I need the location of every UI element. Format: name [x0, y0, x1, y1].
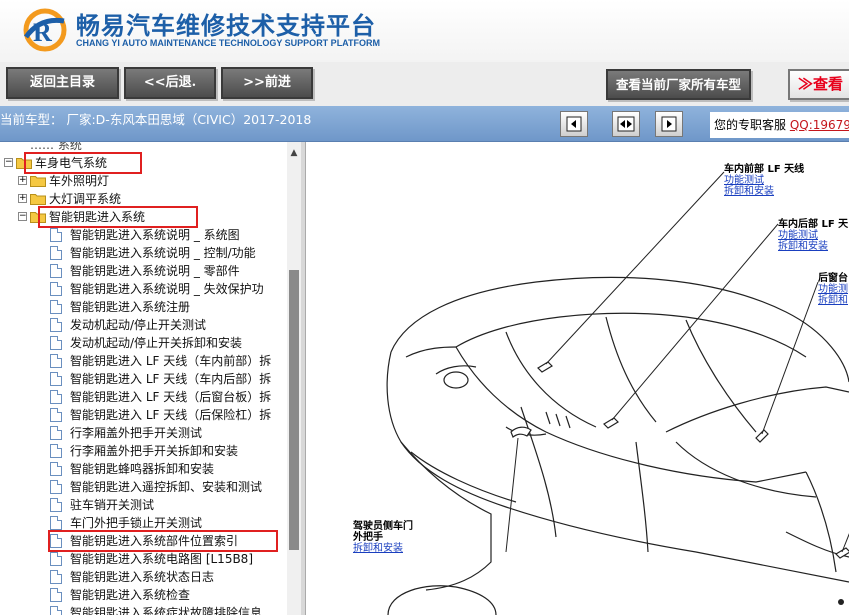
document-icon [50, 480, 62, 494]
support-qq-link[interactable]: QQ:19679 [790, 118, 849, 132]
collapse-toggle-icon[interactable]: − [18, 212, 27, 221]
remove-install-link[interactable]: 拆卸和安装 [778, 241, 848, 252]
all-models-button[interactable]: 查看当前厂家所有车型 [606, 69, 751, 100]
svg-text:R: R [33, 18, 52, 47]
document-icon [50, 354, 62, 368]
info-bar: 当前车型： 厂家:D-东风本田思域（CIVIC）2017-2018 您的专职客服… [0, 106, 849, 142]
document-icon [50, 336, 62, 350]
remove-install-link[interactable]: 拆卸和 [818, 295, 848, 306]
tree-doc-item[interactable]: 智能钥匙进入系统说明 _ 零部件 [70, 262, 240, 280]
document-icon [50, 606, 62, 615]
highlight-box [48, 530, 278, 552]
document-icon [50, 228, 62, 242]
tree-doc-item[interactable]: 智能钥匙进入系统症状故障排除信息 [70, 604, 262, 615]
logo-icon: R [23, 8, 67, 52]
scroll-up-arrow-icon[interactable]: ▲ [287, 148, 301, 160]
function-test-link[interactable]: 功能测试 [724, 175, 804, 186]
tree-doc-item[interactable]: 智能钥匙进入遥控拆卸、安装和测试 [70, 478, 262, 496]
callout-title: 驾驶员侧车门 [353, 521, 413, 532]
document-icon [50, 372, 62, 386]
view-button[interactable]: ≫查看 [788, 69, 849, 100]
category-tree: …… 系统 − 车身电气系统 + 车外照明灯 + 大灯调平系统 − 智能钥匙进入系统 智能钥匙进… [0, 142, 287, 615]
tree-doc-item[interactable]: 行李厢盖外把手开关测试 [70, 424, 202, 442]
tree-doc-item[interactable]: 行李厢盖外把手开关拆卸和安装 [70, 442, 238, 460]
tree-doc-item[interactable]: 智能钥匙进入 LF 天线（后保险杠）拆 [70, 406, 271, 424]
tree-doc-item[interactable]: 发动机起动/停止开关拆卸和安装 [70, 334, 242, 352]
app-title: 畅易汽车维修技术支持平台 [76, 12, 376, 40]
tree-doc-item[interactable]: 驻车销开关测试 [70, 496, 154, 514]
document-icon [50, 516, 62, 530]
scroll-thumb[interactable] [289, 270, 299, 550]
expand-toggle-icon[interactable]: + [18, 194, 27, 203]
document-icon [50, 462, 62, 476]
tree-folder-item[interactable]: 车外照明灯 [49, 172, 109, 190]
toolbar: 返回主目录 <<后退. >>前进 查看当前厂家所有车型 ≫查看 [0, 62, 849, 106]
callout-rear-lf-antenna: 车内后部 LF 天 功能测试 拆卸和安装 [778, 219, 848, 252]
support-text: 您的专职客服 [714, 118, 787, 132]
highlight-box [38, 206, 198, 228]
document-icon [50, 282, 62, 296]
function-test-link[interactable]: 功能测试 [778, 230, 848, 241]
callout-title: 车内后部 LF 天 [778, 219, 849, 230]
document-icon [50, 588, 62, 602]
remove-install-link[interactable]: 拆卸和安装 [724, 186, 804, 197]
component-diagram: 车内前部 LF 天线 功能测试 拆卸和安装 车内后部 LF 天 功能测试 拆卸和… [306, 142, 849, 615]
remove-install-link[interactable]: 拆卸和安装 [353, 543, 413, 554]
collapse-right-icon[interactable] [655, 111, 683, 137]
split-view-icon[interactable] [612, 111, 640, 137]
tree-doc-item[interactable]: 发动机起动/停止开关测试 [70, 316, 206, 334]
callout-driver-door-handle: 驾驶员侧车门 外把手 拆卸和安装 [353, 521, 413, 554]
document-icon [50, 408, 62, 422]
tree-doc-item[interactable]: 智能钥匙进入 LF 天线（车内前部）拆 [70, 352, 271, 370]
document-icon [50, 498, 62, 512]
folder-icon [30, 176, 46, 187]
tree-scrollbar[interactable]: ▲ [287, 142, 301, 615]
app-subtitle: CHANG YI AUTO MAINTENANCE TECHNOLOGY SUP… [76, 38, 381, 48]
tree-doc-item[interactable]: 智能钥匙进入系统注册 [70, 298, 190, 316]
folder-icon [30, 194, 46, 205]
document-icon [50, 570, 62, 584]
tree-doc-item[interactable]: 智能钥匙进入系统说明 _ 系统图 [70, 226, 240, 244]
highlight-box [24, 152, 142, 174]
tree-doc-item[interactable]: 智能钥匙进入系统说明 _ 控制/功能 [70, 244, 256, 262]
document-icon [50, 426, 62, 440]
callout-rear-shelf-antenna: 后窗台 功能测 拆卸和 [818, 273, 848, 306]
support-box: 您的专职客服 QQ:19679 [710, 112, 849, 138]
forward-button[interactable]: >>前进 [221, 67, 313, 99]
function-test-link[interactable]: 功能测 [818, 284, 848, 295]
document-icon [50, 300, 62, 314]
document-icon [50, 444, 62, 458]
collapse-toggle-icon[interactable]: − [4, 158, 13, 167]
document-icon [50, 264, 62, 278]
collapse-left-icon[interactable] [560, 111, 588, 137]
tree-doc-item[interactable]: 智能钥匙进入 LF 天线（车内后部）拆 [70, 370, 271, 388]
tree-doc-item[interactable]: 智能钥匙进入系统检查 [70, 586, 190, 604]
tree-doc-item[interactable]: 智能钥匙进入系统状态日志 [70, 568, 214, 586]
app-header: R 畅易汽车维修技术支持平台 CHANG YI AUTO MAINTENANCE… [0, 0, 849, 62]
callout-title-line2: 外把手 [353, 532, 383, 543]
callout-title: 车内前部 LF 天线 [724, 164, 805, 175]
document-icon [50, 390, 62, 404]
home-button[interactable]: 返回主目录 [6, 67, 119, 99]
back-button[interactable]: <<后退. [124, 67, 216, 99]
current-model-label: 当前车型： 厂家:D-东风本田思域（CIVIC）2017-2018 [0, 112, 312, 127]
callout-title: 后窗台 [818, 273, 848, 284]
document-icon [50, 552, 62, 566]
tree-doc-item[interactable]: 智能钥匙进入系统电路图 [L15B8] [70, 550, 253, 568]
tree-doc-item[interactable]: 智能钥匙蜂鸣器拆卸和安装 [70, 460, 214, 478]
tree-doc-item[interactable]: 智能钥匙进入 LF 天线（后窗台板）拆 [70, 388, 271, 406]
callout-front-lf-antenna: 车内前部 LF 天线 功能测试 拆卸和安装 [724, 164, 804, 197]
document-icon [50, 246, 62, 260]
document-icon [50, 318, 62, 332]
expand-toggle-icon[interactable]: + [18, 176, 27, 185]
tree-doc-item[interactable]: 智能钥匙进入系统说明 _ 失效保护功 [70, 280, 264, 298]
